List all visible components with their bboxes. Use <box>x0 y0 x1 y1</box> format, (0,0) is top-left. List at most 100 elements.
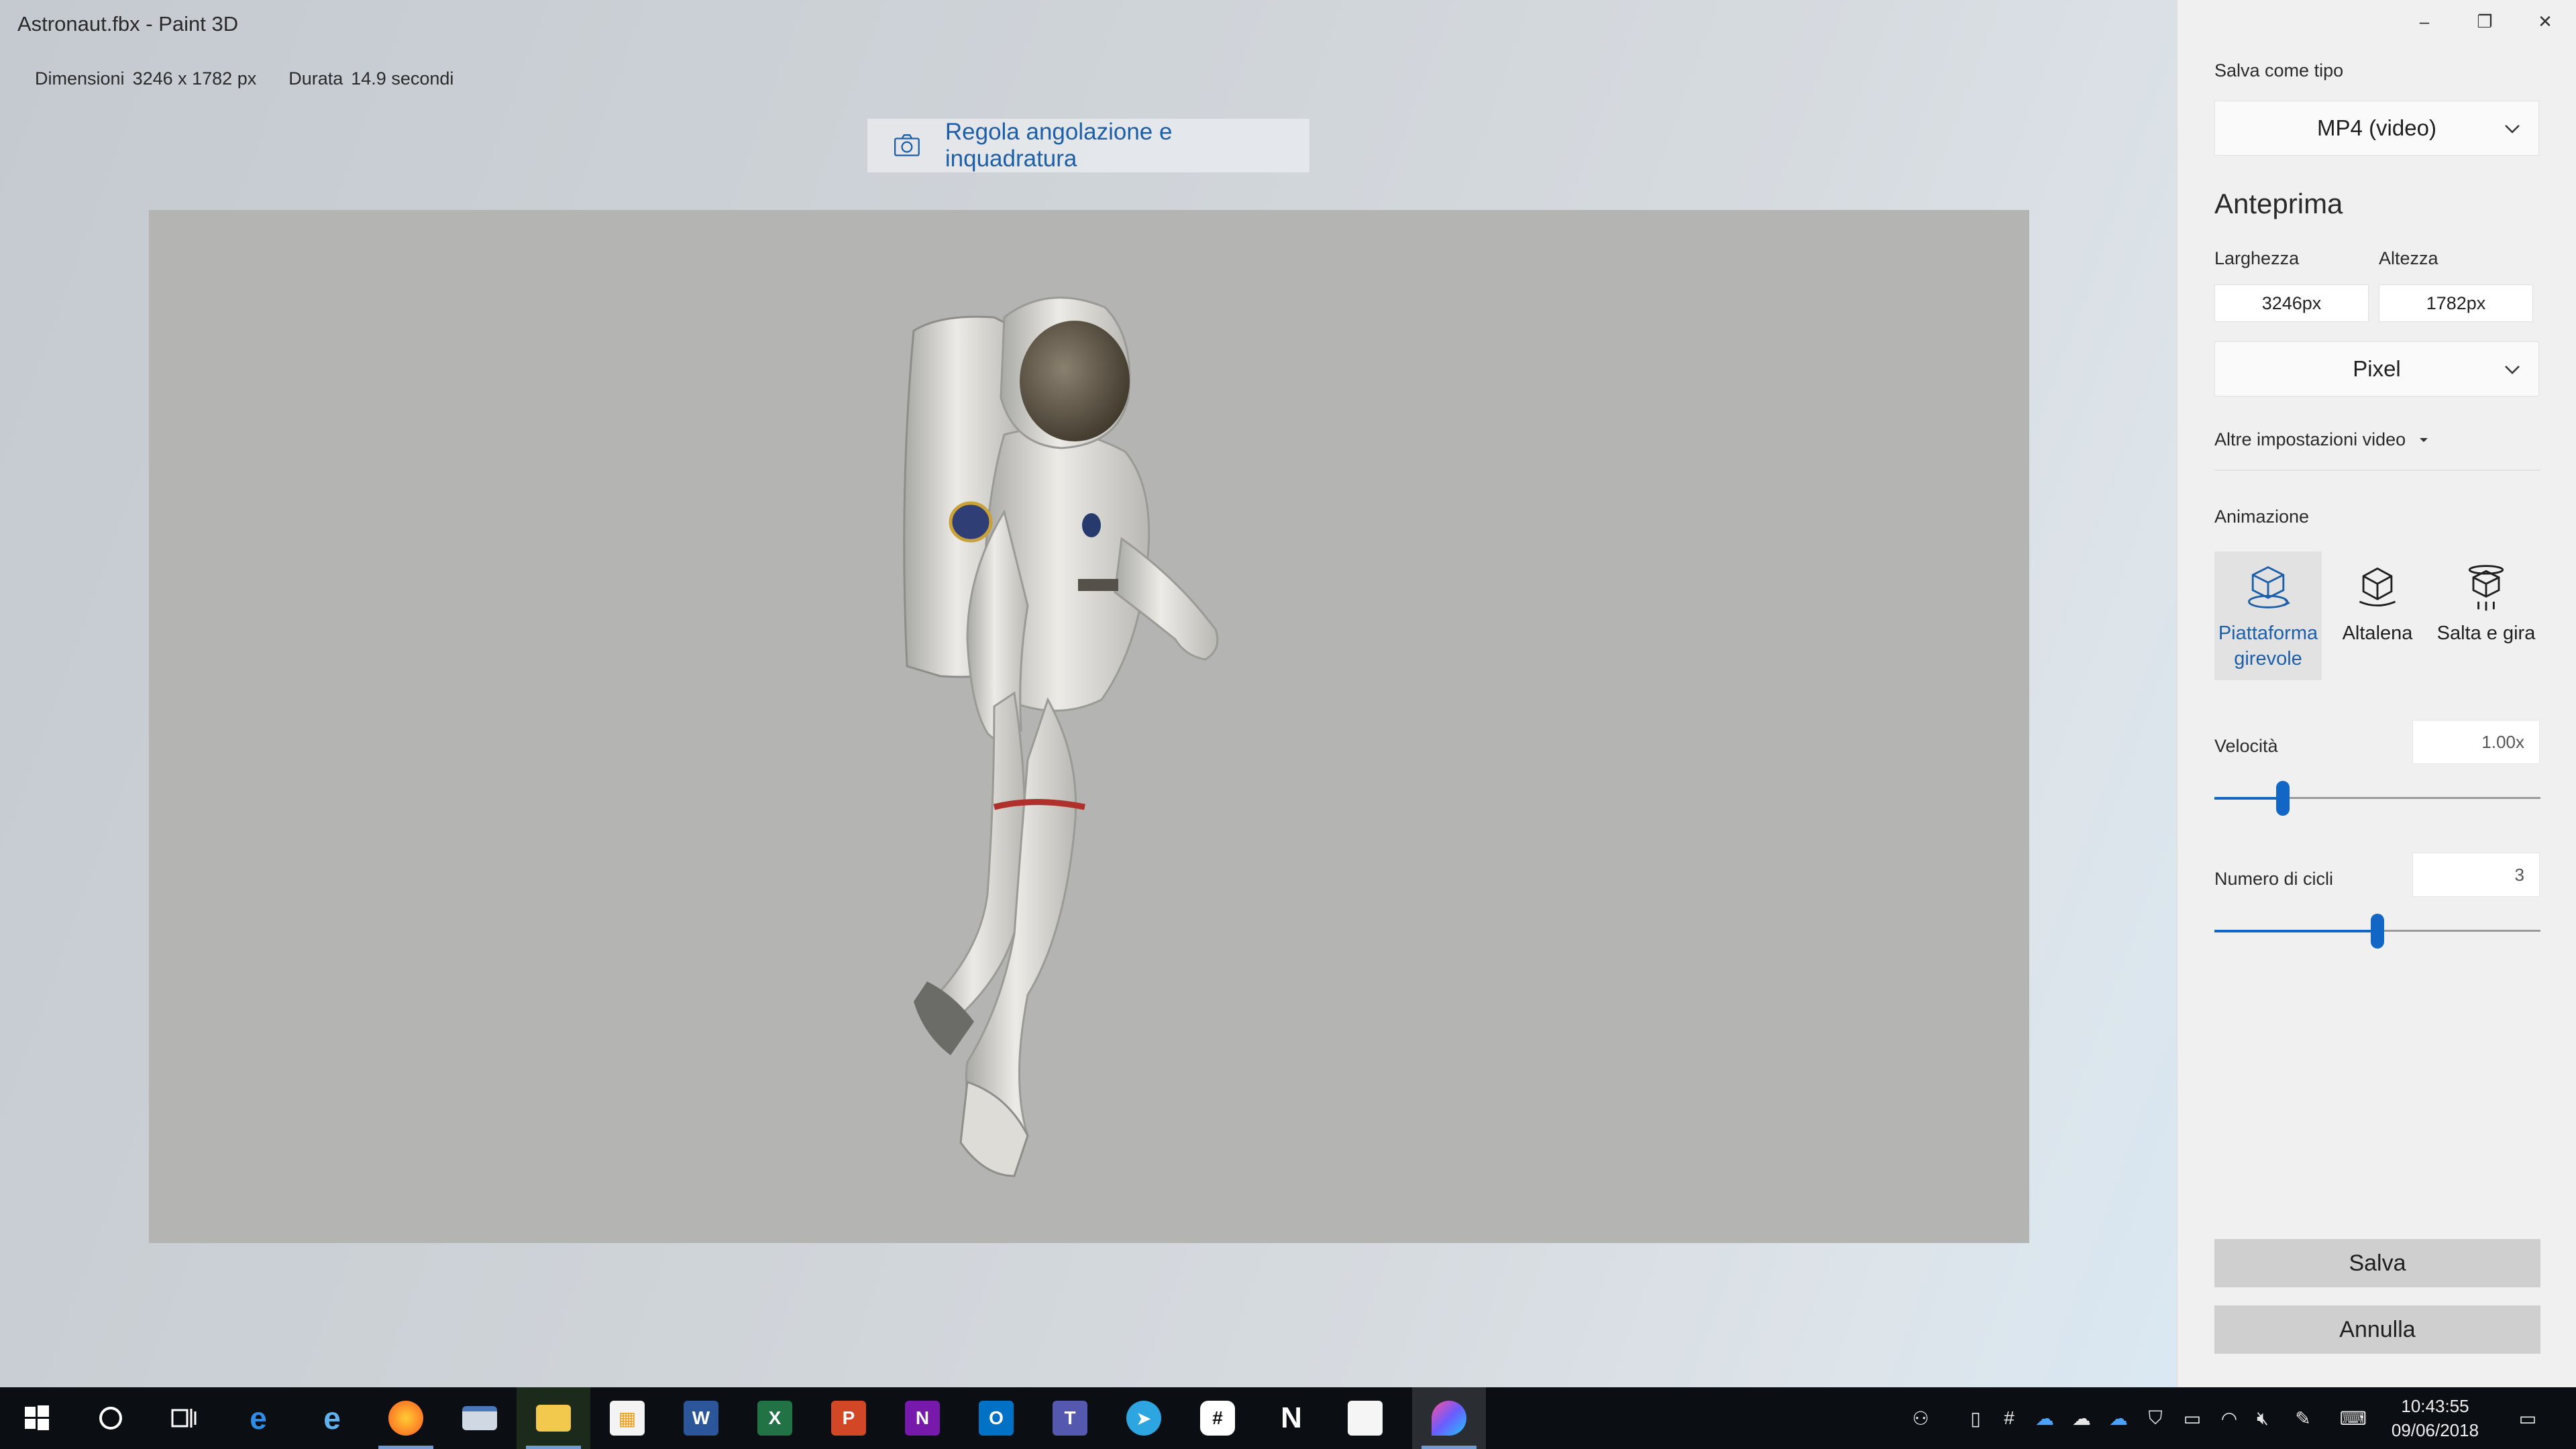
onenote-icon: N <box>905 1401 940 1436</box>
chevron-down-icon <box>2505 125 2520 133</box>
cycles-input[interactable]: 3 <box>2412 853 2540 897</box>
internet-explorer-icon: e <box>323 1401 341 1436</box>
animation-label: Animazione <box>2214 506 2310 527</box>
cancel-button[interactable]: Annulla <box>2214 1305 2540 1354</box>
clock-time: 10:43:55 <box>2401 1396 2469 1416</box>
height-input[interactable]: 1782px <box>2379 284 2533 322</box>
width-input[interactable]: 3246px <box>2214 284 2369 322</box>
taskbar-word[interactable]: W <box>664 1387 738 1449</box>
onedrive-tray[interactable]: ☁ <box>2029 1387 2060 1449</box>
pen-tray[interactable]: ✎ <box>2288 1387 2318 1449</box>
wifi-icon: ◠ <box>2220 1407 2238 1429</box>
taskbar-edge[interactable]: e <box>221 1387 295 1449</box>
astronaut-model <box>903 297 1219 1177</box>
taskbar-onenote[interactable]: N <box>885 1387 959 1449</box>
cycles-slider-thumb[interactable] <box>2371 914 2384 949</box>
clock[interactable]: 10:43:55 09/06/2018 <box>2385 1394 2485 1443</box>
taskbar: e e ▦ W X P N O T ➤ # N ⚇ ▯ # ☁ ☁ ☁ ⛉ ▭ … <box>0 1387 2576 1449</box>
start-button[interactable] <box>0 1387 74 1449</box>
duration-value: 14.9 secondi <box>351 68 454 89</box>
battery-tray[interactable]: ▭ <box>2177 1387 2208 1449</box>
powerpoint-icon: P <box>831 1401 866 1436</box>
battery-icon: ▭ <box>2183 1407 2202 1429</box>
restore-icon: ❐ <box>2477 11 2493 32</box>
save-button[interactable]: Salva <box>2214 1239 2540 1287</box>
taskbar-powerpoint[interactable]: P <box>812 1387 885 1449</box>
taskbar-file-explorer[interactable] <box>517 1387 590 1449</box>
animation-jump-spin-label: Salta e gira <box>2436 623 2536 644</box>
unit-value: Pixel <box>2353 356 2401 381</box>
taskbar-store[interactable]: ▦ <box>590 1387 664 1449</box>
action-center-button[interactable]: ▭ <box>2509 1387 2546 1449</box>
pen-icon: ✎ <box>2295 1407 2311 1429</box>
taskbar-outlook[interactable]: O <box>959 1387 1033 1449</box>
save-as-type-value: MP4 (video) <box>2317 115 2436 140</box>
usb-tray[interactable]: ▯ <box>1962 1387 1989 1449</box>
taskbar-teams[interactable]: T <box>1033 1387 1107 1449</box>
animation-turntable-option[interactable]: Piattaforma girevole <box>2214 551 2322 680</box>
cloud-blue-icon: ☁ <box>2109 1407 2128 1429</box>
jump-spin-icon <box>2468 565 2504 611</box>
taskbar-snip[interactable] <box>1328 1387 1402 1449</box>
speed-slider-fill <box>2214 797 2284 800</box>
slack-tray[interactable]: # <box>1996 1387 2023 1449</box>
taskbar-firefox[interactable] <box>369 1387 443 1449</box>
volume-tray[interactable]: 🔇︎ <box>2247 1387 2278 1449</box>
touch-keyboard-tray[interactable]: ⌨ <box>2331 1387 2375 1449</box>
taskbar-window-app[interactable] <box>443 1387 517 1449</box>
wifi-tray[interactable]: ◠ <box>2214 1387 2245 1449</box>
duration-label: Durata <box>288 68 343 89</box>
cortana-icon <box>99 1407 122 1430</box>
shield-icon: ⛉ <box>2148 1407 2163 1428</box>
taskbar-excel[interactable]: X <box>738 1387 812 1449</box>
cycles-slider[interactable] <box>2214 911 2540 951</box>
window-title: Astronaut.fbx - Paint 3D <box>17 12 239 36</box>
animation-swing-label: Altalena <box>2342 623 2413 644</box>
animation-jump-spin-option[interactable]: Salta e gira <box>2432 551 2540 680</box>
unit-dropdown[interactable]: Pixel <box>2214 341 2539 396</box>
more-video-settings-toggle[interactable]: Altre impostazioni video <box>2214 429 2430 450</box>
adjust-angle-framing-button[interactable]: Regola angolazione e inquadratura <box>867 119 1309 172</box>
notion-icon: N <box>1281 1401 1302 1434</box>
slack-icon: # <box>1200 1401 1235 1436</box>
defender-tray[interactable]: ⛉ <box>2140 1387 2171 1449</box>
store-icon: ▦ <box>610 1401 645 1436</box>
task-view-icon <box>171 1409 197 1428</box>
window-app-icon <box>462 1406 497 1430</box>
paint3d-icon <box>1432 1401 1466 1436</box>
width-label: Larghezza <box>2214 248 2300 268</box>
speed-slider-thumb[interactable] <box>2276 781 2290 816</box>
people-button[interactable]: ⚇ <box>1905 1387 1936 1449</box>
onedrive-personal-tray[interactable]: ☁ <box>2066 1387 2097 1449</box>
taskbar-internet-explorer[interactable]: e <box>295 1387 369 1449</box>
taskbar-slack[interactable]: # <box>1181 1387 1254 1449</box>
speed-slider[interactable] <box>2214 778 2540 818</box>
restore-button[interactable]: ❐ <box>2465 7 2505 36</box>
cortana-button[interactable] <box>74 1387 148 1449</box>
preview-canvas[interactable] <box>149 210 2029 1243</box>
close-button[interactable]: ✕ <box>2525 7 2565 36</box>
dimensions-label: Dimensioni <box>35 68 125 89</box>
onedrive-icon: ☁ <box>2035 1407 2054 1429</box>
onedrive-business-tray[interactable]: ☁ <box>2103 1387 2134 1449</box>
turntable-icon <box>2248 566 2290 608</box>
save-as-type-label: Salva come tipo <box>2214 60 2344 80</box>
height-label: Altezza <box>2379 248 2438 268</box>
minimize-button[interactable]: – <box>2404 7 2445 36</box>
taskbar-paint3d[interactable] <box>1412 1387 1486 1449</box>
chevron-down-icon <box>2505 366 2520 374</box>
adjust-angle-framing-label: Regola angolazione e inquadratura <box>945 119 1173 172</box>
taskbar-notion[interactable]: N <box>1254 1387 1328 1449</box>
people-icon: ⚇ <box>1912 1407 1929 1429</box>
camera-icon <box>894 134 920 156</box>
animation-swing-option[interactable]: Altalena <box>2324 551 2431 680</box>
taskbar-telegram[interactable]: ➤ <box>1107 1387 1181 1449</box>
dimensions-value: 3246 x 1782 px <box>132 68 257 89</box>
task-view-button[interactable] <box>148 1387 221 1449</box>
snip-icon <box>1348 1401 1383 1436</box>
speed-input[interactable]: 1.00x <box>2412 720 2540 764</box>
volume-muted-icon: 🔇︎ <box>2257 1407 2269 1428</box>
save-as-type-dropdown[interactable]: MP4 (video) <box>2214 101 2539 156</box>
file-explorer-icon <box>536 1405 571 1432</box>
animation-turntable-label: Piattaforma girevole <box>2218 623 2318 669</box>
